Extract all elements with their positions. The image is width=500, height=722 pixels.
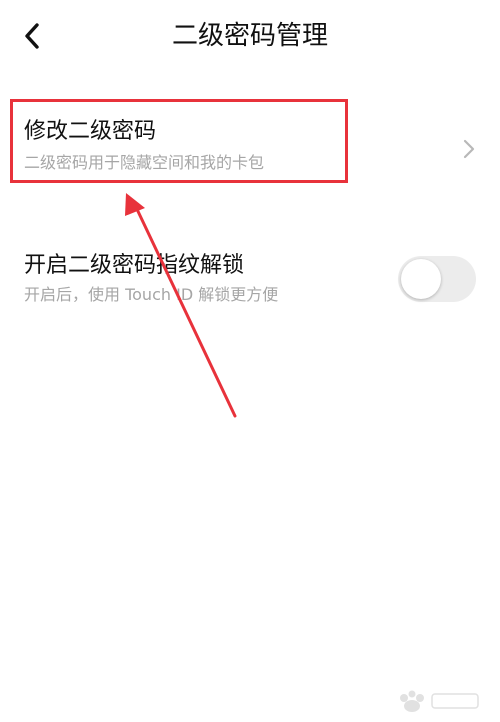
watermark-logo [400, 690, 479, 712]
settings-item-title: 开启二级密码指纹解锁 [24, 253, 245, 278]
fingerprint-unlock-toggle[interactable] [398, 256, 476, 302]
settings-item-fingerprint-unlock: 开启二级密码指纹解锁 开启后，使用 Touch ID 解锁更方便 [0, 242, 500, 318]
chevron-right-icon [463, 139, 475, 159]
page-title: 二级密码管理 [171, 21, 328, 51]
toggle-knob [401, 259, 441, 299]
annotation-highlight-box [10, 99, 348, 183]
settings-item-subtitle: 开启后，使用 Touch ID 解锁更方便 [24, 285, 279, 304]
top-bar: 二级密码管理 [0, 0, 500, 72]
